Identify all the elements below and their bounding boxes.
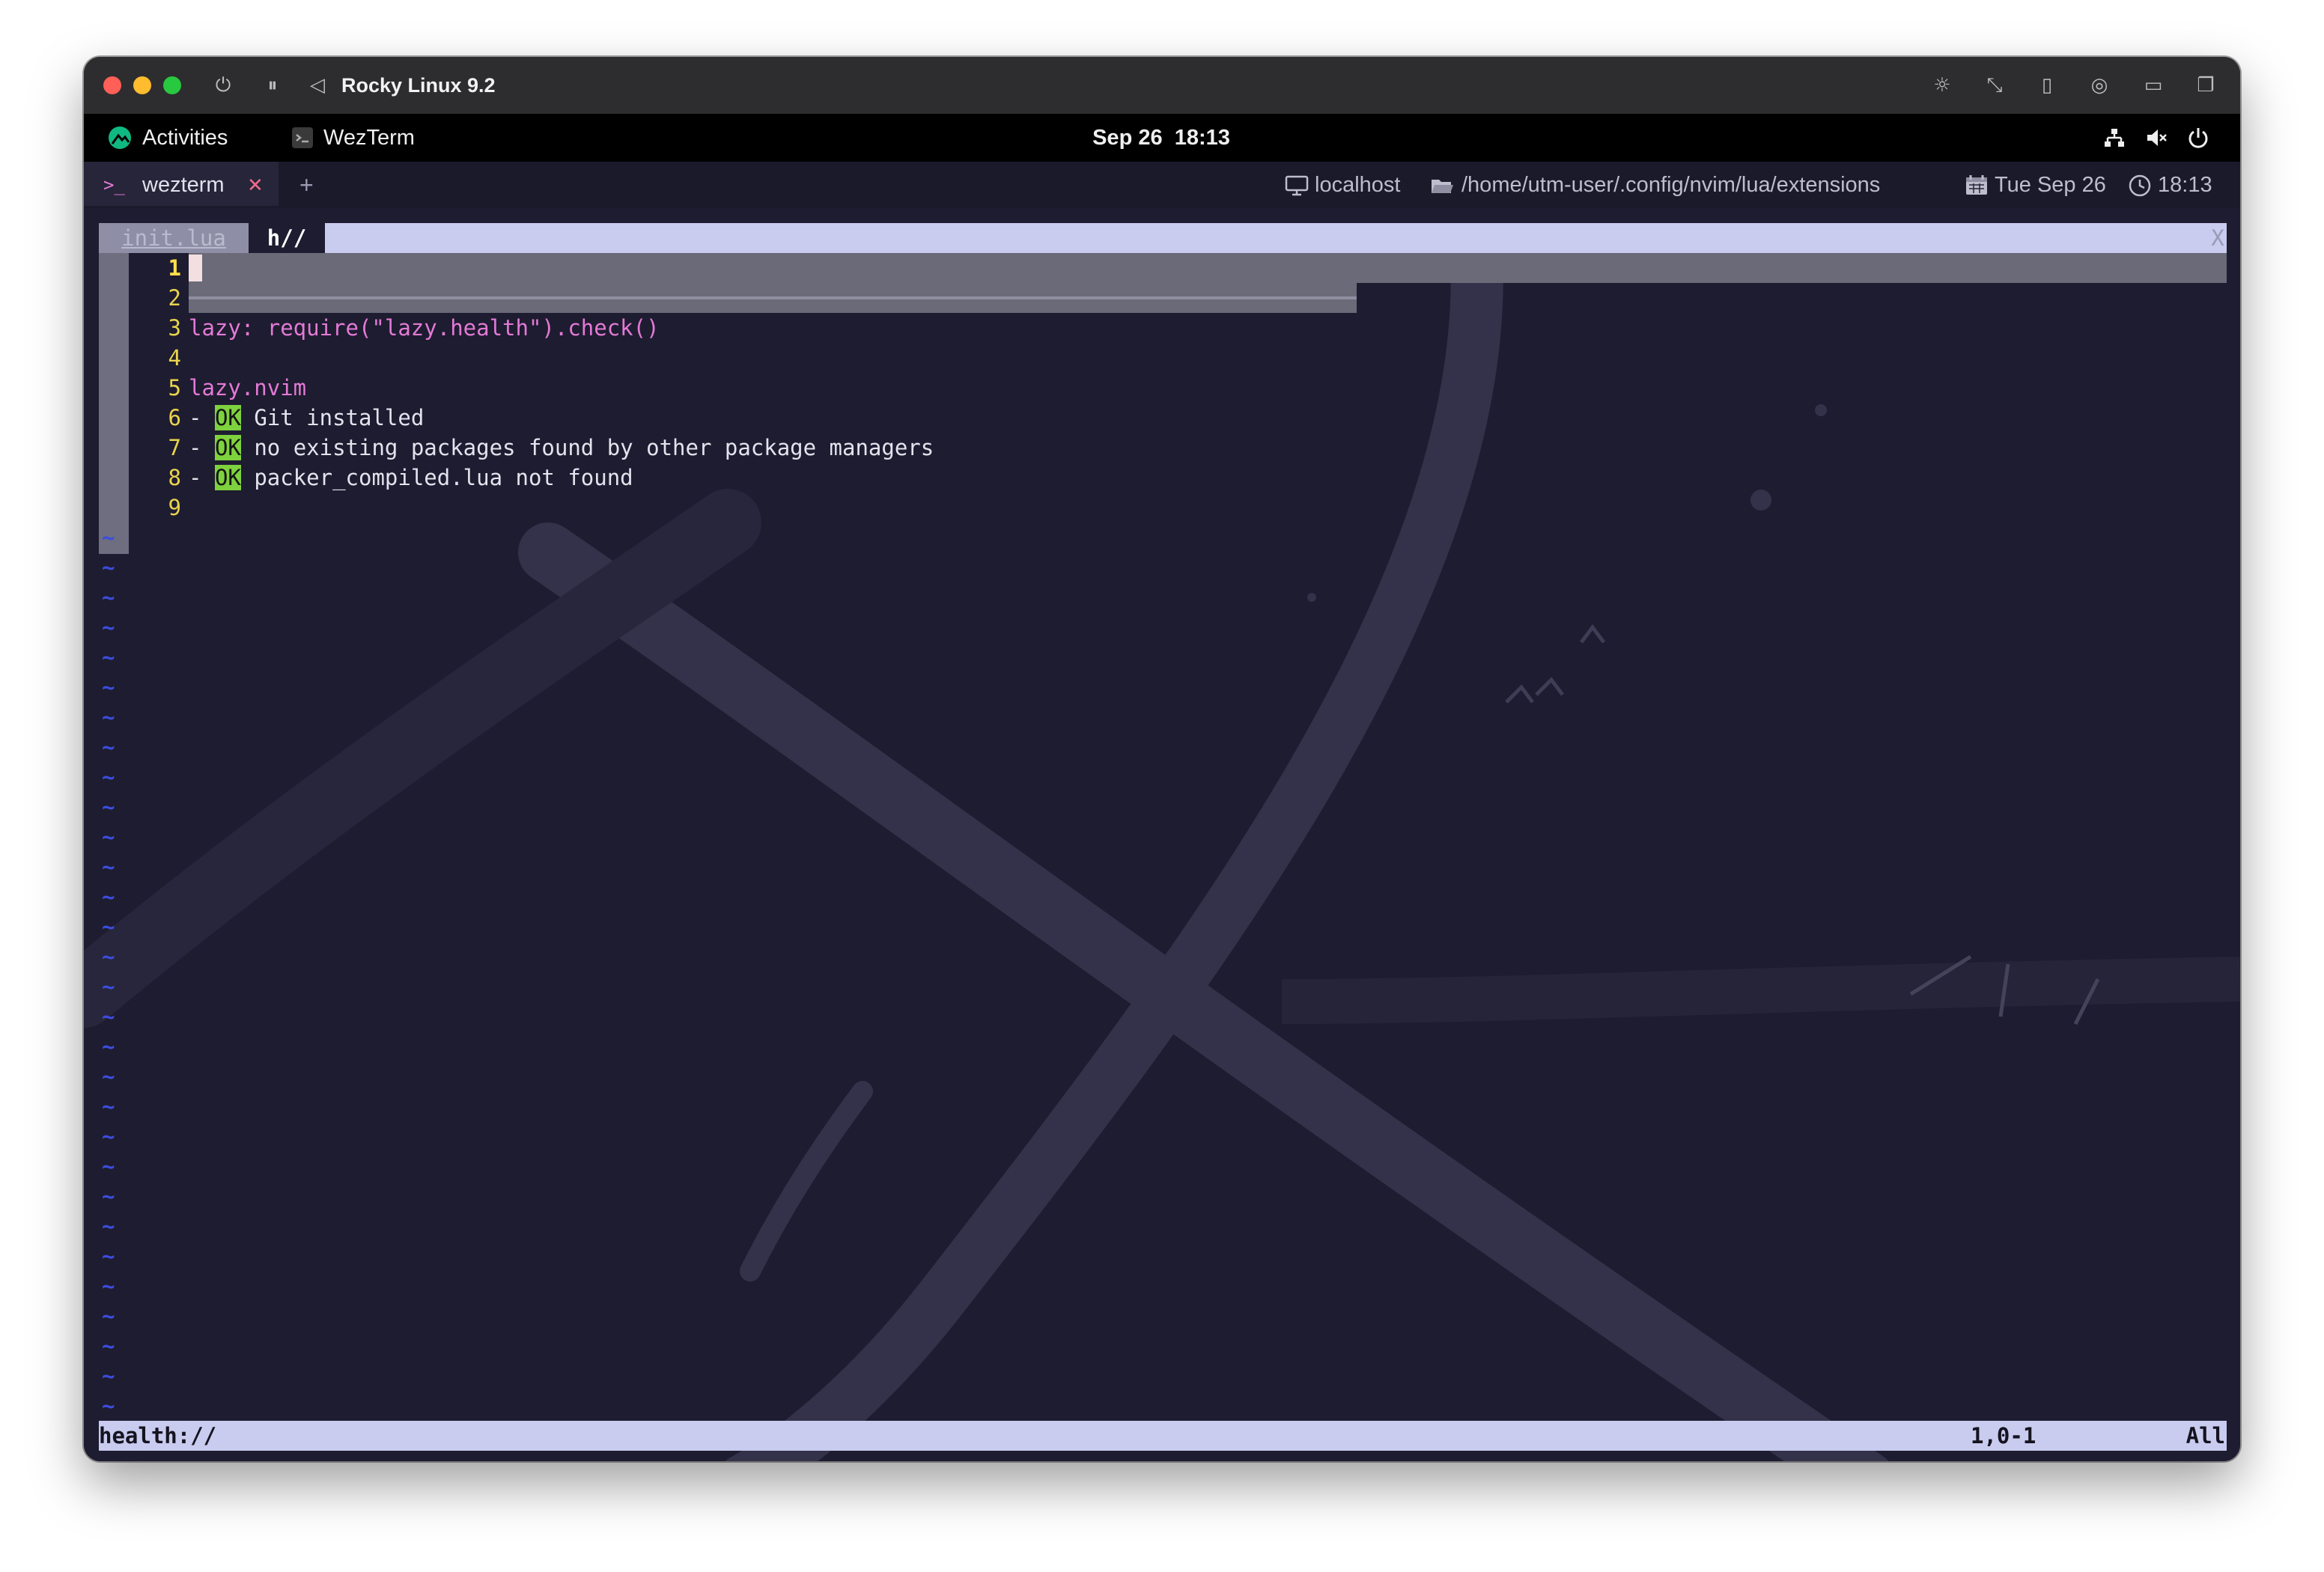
empty-line-marker: ~: [102, 824, 115, 850]
empty-line-marker: ~: [102, 764, 115, 790]
line-number: 9: [168, 495, 181, 520]
empty-line-marker: ~: [102, 1273, 115, 1299]
cursor-line-highlight: [189, 253, 2227, 283]
statusline-cursor-position: 1,0-1: [1971, 1423, 2036, 1448]
empty-line-marker: ~: [102, 1303, 115, 1329]
tab-health[interactable]: h//: [249, 223, 325, 253]
text-cursor: [189, 255, 202, 281]
vm-title: Rocky Linux 9.2: [341, 74, 496, 97]
resize-icon[interactable]: ⤡: [1978, 70, 2011, 100]
empty-line-marker: ~: [102, 1363, 115, 1389]
tab-label: wezterm: [142, 173, 225, 197]
empty-line-marker: ~: [102, 734, 115, 760]
statusline-scroll-indicator: All: [2185, 1423, 2225, 1448]
empty-line-marker: ~: [102, 854, 115, 880]
empty-line-marker: ~: [102, 1034, 115, 1059]
empty-line-marker: ~: [102, 704, 115, 730]
maximize-window-button[interactable]: [163, 76, 181, 94]
nvim-statusline: health:// 1,0-1 All: [99, 1421, 2227, 1451]
nvim-tabline: init.lua h// X: [99, 223, 2227, 253]
share-icon[interactable]: ◎: [2083, 70, 2116, 100]
empty-line-marker: ~: [102, 645, 115, 670]
empty-line-marker: ~: [102, 1213, 115, 1239]
empty-line-marker: ~: [102, 1064, 115, 1089]
pause-icon[interactable]: ⏸: [258, 70, 288, 100]
brightness-icon[interactable]: ☼: [1926, 70, 1959, 100]
network-icon[interactable]: [2102, 126, 2126, 150]
empty-line-marker: ~: [102, 615, 115, 640]
empty-line-marker: ~: [102, 1393, 115, 1419]
line-number: 7: [168, 435, 181, 460]
usb-icon[interactable]: ▯: [2031, 70, 2063, 100]
separator-line: [189, 283, 1357, 313]
folder-open-icon: [1432, 180, 1453, 193]
health-result-line: - OK no existing packages found by other…: [189, 435, 934, 460]
line-number: 4: [168, 345, 181, 371]
sign-column: [99, 253, 129, 554]
empty-line-marker: ~: [102, 525, 115, 550]
empty-line-marker: ~: [102, 1333, 115, 1359]
wezterm-tab-bar: >_ wezterm ✕ + localhost /home/utm-user/…: [84, 162, 2240, 208]
minimize-window-button[interactable]: [133, 76, 151, 94]
health-result-line: - OK packer_compiled.lua not found: [189, 465, 633, 490]
line-number: 2: [168, 285, 181, 311]
app-menu-button[interactable]: WezTerm: [323, 114, 415, 162]
tabline-close-button[interactable]: X: [2210, 223, 2225, 253]
health-check-heading: lazy: require("lazy.health").check(): [189, 315, 660, 341]
status-time: 18:13: [2158, 173, 2212, 197]
health-result-line: - OK Git installed: [189, 405, 425, 430]
vm-titlebar: ⏻ ⏸ ◁ Rocky Linux 9.2 ☼ ⤡ ▯ ◎ ▭ ❐: [84, 57, 2240, 114]
line-number: 1: [168, 255, 181, 281]
terminal-viewport[interactable]: init.lua h// X 1 2 3 4 5 6 7 8 9 lazy: r…: [84, 208, 2240, 1461]
plugin-section-title: lazy.nvim: [189, 375, 307, 400]
status-path: /home/utm-user/.config/nvim/lua/extensio…: [1461, 173, 1881, 197]
vm-window: ⏻ ⏸ ◁ Rocky Linux 9.2 ☼ ⤡ ▯ ◎ ▭ ❐ Activi…: [84, 57, 2240, 1461]
empty-line-marker: ~: [102, 1243, 115, 1269]
empty-line-marker: ~: [102, 674, 115, 700]
tab-close-icon[interactable]: ✕: [247, 162, 264, 208]
folder-icon[interactable]: ▭: [2137, 70, 2170, 100]
clock[interactable]: Sep 26 18:13: [1090, 114, 1232, 162]
empty-line-marker: ~: [102, 1154, 115, 1179]
line-number: 6: [168, 405, 181, 430]
empty-line-marker: ~: [102, 1004, 115, 1029]
clock-icon: [2129, 174, 2151, 197]
terminal-prompt-icon: >_: [103, 174, 125, 195]
windows-icon[interactable]: ❐: [2189, 70, 2222, 100]
volume-muted-icon[interactable]: [2144, 126, 2168, 150]
tab-init-lua[interactable]: init.lua: [99, 223, 249, 253]
wezterm-app-icon: [292, 127, 313, 148]
gnome-top-bar: Activities WezTerm Sep 26 18:13: [84, 114, 2240, 162]
statusline-filename: health://: [99, 1423, 217, 1448]
computer-icon: [1285, 175, 1309, 196]
ok-badge: OK: [214, 435, 241, 460]
back-icon[interactable]: ◁: [302, 70, 332, 100]
activities-button[interactable]: Activities: [142, 114, 228, 162]
close-window-button[interactable]: [103, 76, 121, 94]
power-menu-icon[interactable]: [2186, 126, 2210, 150]
empty-line-marker: ~: [102, 555, 115, 580]
ok-badge: OK: [214, 465, 241, 490]
empty-line-marker: ~: [102, 944, 115, 969]
ok-badge: OK: [214, 405, 241, 430]
empty-line-marker: ~: [102, 974, 115, 999]
line-number: 3: [168, 315, 181, 341]
tab-wezterm[interactable]: >_ wezterm ✕: [84, 162, 279, 208]
new-tab-button[interactable]: +: [299, 162, 314, 208]
wallpaper-art: [84, 227, 2240, 1461]
status-date: Tue Sep 26: [1995, 173, 2106, 197]
empty-line-marker: ~: [102, 914, 115, 939]
power-icon[interactable]: ⏻: [208, 70, 238, 100]
empty-line-marker: ~: [102, 794, 115, 820]
empty-line-marker: ~: [102, 1124, 115, 1149]
rocky-logo-icon: [109, 127, 131, 149]
line-number: 8: [168, 465, 181, 490]
empty-line-marker: ~: [102, 1094, 115, 1119]
status-host: localhost: [1315, 173, 1401, 197]
calendar-icon: [1966, 175, 1987, 195]
line-number: 5: [168, 375, 181, 400]
empty-line-marker: ~: [102, 884, 115, 910]
empty-line-marker: ~: [102, 585, 115, 610]
empty-line-marker: ~: [102, 1183, 115, 1209]
